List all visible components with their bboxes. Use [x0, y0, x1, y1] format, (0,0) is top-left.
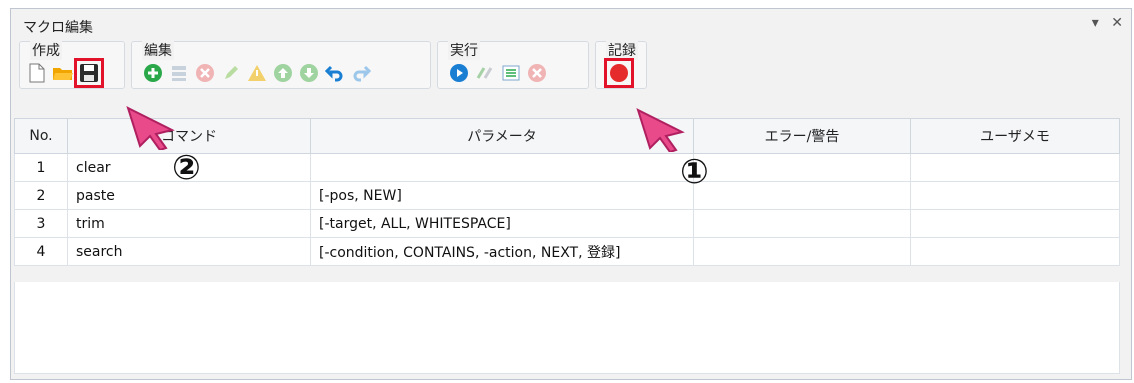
close-icon[interactable]: ✕: [1111, 15, 1123, 31]
new-file-icon[interactable]: [26, 62, 48, 84]
row-memo[interactable]: [910, 181, 1120, 210]
column-header-error[interactable]: エラー/警告: [693, 118, 911, 154]
row-error: [693, 237, 911, 266]
row-error: [693, 209, 911, 238]
warning-icon[interactable]: [246, 62, 268, 84]
column-header-memo[interactable]: ユーザメモ: [910, 118, 1120, 154]
title-bar: マクロ編集 ▾ ✕: [11, 9, 1131, 39]
edit-icon[interactable]: [220, 62, 242, 84]
run-selection-icon[interactable]: [500, 62, 522, 84]
redo-icon[interactable]: [350, 62, 372, 84]
group-label-run: 実行: [448, 40, 480, 60]
stop-icon[interactable]: [526, 62, 548, 84]
table-row[interactable]: 4 search [-condition, CONTAINS, -action,…: [14, 237, 1120, 266]
open-folder-icon[interactable]: [52, 62, 74, 84]
step-icon[interactable]: [474, 62, 496, 84]
group-label-edit: 編集: [142, 40, 174, 60]
table-row[interactable]: 3 trim [-target, ALL, WHITESPACE]: [14, 209, 1120, 238]
row-command[interactable]: trim: [67, 209, 311, 238]
pointer-cursor-icon: [636, 108, 688, 156]
record-icon[interactable]: [604, 58, 634, 88]
step-marker-2: ②: [172, 148, 201, 188]
toolbar-group-edit: 編集: [131, 40, 431, 89]
group-label-record: 記録: [606, 40, 638, 60]
toolbar-group-record: 記録: [595, 40, 647, 89]
window-controls: ▾ ✕: [1084, 15, 1123, 31]
row-params[interactable]: [-condition, CONTAINS, -action, NEXT, 登録…: [310, 237, 694, 266]
row-error: [693, 181, 911, 210]
add-icon[interactable]: [142, 62, 164, 84]
delete-icon[interactable]: [194, 62, 216, 84]
toolbar-group-create: 作成: [19, 40, 125, 89]
play-icon[interactable]: [448, 62, 470, 84]
panel-title: マクロ編集: [23, 20, 93, 36]
row-no: 3: [14, 209, 68, 238]
row-no: 2: [14, 181, 68, 210]
undo-icon[interactable]: [324, 62, 346, 84]
table-empty-area[interactable]: [14, 282, 1120, 374]
step-marker-1: ①: [680, 152, 709, 192]
insert-icon[interactable]: [168, 62, 190, 84]
row-command[interactable]: search: [67, 237, 311, 266]
row-memo[interactable]: [910, 209, 1120, 238]
group-label-create: 作成: [30, 40, 62, 60]
row-memo[interactable]: [910, 237, 1120, 266]
row-params[interactable]: [310, 153, 694, 182]
row-params[interactable]: [-target, ALL, WHITESPACE]: [310, 209, 694, 238]
move-up-icon[interactable]: [272, 62, 294, 84]
menu-dropdown-icon[interactable]: ▾: [1092, 15, 1099, 31]
row-params[interactable]: [-pos, NEW]: [310, 181, 694, 210]
move-down-icon[interactable]: [298, 62, 320, 84]
row-error: [693, 153, 911, 182]
row-memo[interactable]: [910, 153, 1120, 182]
toolbar-group-run: 実行: [437, 40, 589, 89]
column-header-no[interactable]: No.: [14, 118, 68, 154]
macro-command-table: No. コマンド パラメータ エラー/警告 ユーザメモ 1 clear 2 pa…: [14, 118, 1120, 266]
pointer-cursor-icon: [126, 106, 178, 154]
save-icon[interactable]: [74, 58, 104, 88]
row-no: 4: [14, 237, 68, 266]
row-no: 1: [14, 153, 68, 182]
